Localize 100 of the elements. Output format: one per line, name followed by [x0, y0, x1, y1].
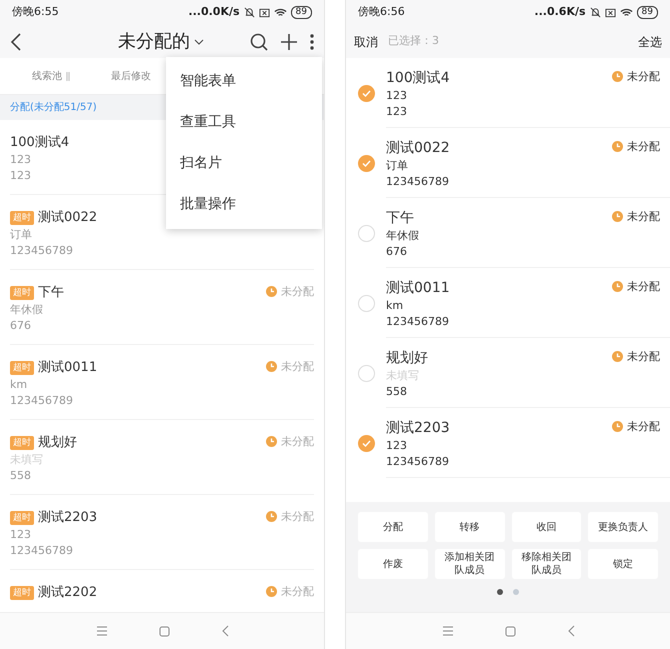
item-detail: km — [386, 298, 404, 314]
plus-icon[interactable] — [280, 32, 298, 50]
item-title: 测试2203 — [386, 419, 451, 438]
clock-icon — [612, 141, 623, 152]
item-detail: 123 — [386, 438, 407, 454]
menu-icon[interactable] — [96, 626, 108, 636]
clock-icon — [612, 351, 623, 362]
item-detail: 123456789 — [10, 243, 73, 259]
sim-icon — [258, 8, 270, 18]
clock-icon — [612, 211, 623, 222]
wifi-icon — [274, 8, 287, 18]
menu-icon[interactable] — [442, 626, 454, 636]
item-title: 测试0022 — [38, 209, 98, 227]
clock-icon — [266, 361, 277, 372]
select-all-button[interactable]: 全选 — [638, 32, 662, 50]
status-label: 未分配 — [281, 361, 314, 373]
action-button[interactable]: 收回 — [512, 512, 582, 542]
sort-icon — [65, 72, 71, 80]
action-button[interactable]: 作废 — [358, 549, 428, 579]
back-icon[interactable] — [10, 32, 22, 50]
status-label: 未分配 — [627, 141, 660, 153]
item-detail: 123 — [10, 527, 31, 543]
check-icon — [362, 440, 370, 446]
lead-row[interactable]: 测试0011 km 123456789 未分配 — [346, 268, 670, 338]
lead-row[interactable]: 100测试4 123 123 未分配 — [346, 58, 670, 128]
overdue-badge: 超时 — [10, 211, 34, 225]
item-title: 测试0011 — [386, 279, 451, 298]
item-title: 测试2202 — [38, 584, 98, 602]
check-icon — [362, 160, 370, 166]
home-square-icon[interactable] — [158, 626, 170, 636]
overdue-badge: 超时 — [10, 586, 34, 600]
item-detail: 558 — [386, 384, 407, 400]
lead-row[interactable]: 测试0022 订单 123456789 未分配 — [346, 128, 670, 198]
search-icon[interactable] — [250, 32, 268, 50]
check-icon — [362, 90, 370, 96]
item-title: 规划好 — [386, 349, 429, 368]
item-title: 下午 — [38, 284, 64, 302]
action-button[interactable]: 转移 — [434, 512, 504, 542]
status-label: 未分配 — [627, 351, 660, 363]
item-detail: 123456789 — [386, 314, 449, 330]
network-speed: ...0.0K/s — [188, 4, 240, 20]
selected-count: 已选择：3 — [388, 33, 439, 50]
bell-off-icon — [244, 7, 255, 18]
overdue-badge: 超时 — [10, 286, 34, 300]
clock-icon — [612, 71, 623, 82]
item-detail: 123 — [386, 104, 407, 120]
sort-option[interactable]: 最后修改 — [111, 68, 151, 84]
status-label: 未分配 — [627, 421, 660, 433]
clock-icon — [266, 511, 277, 522]
wifi-icon — [620, 8, 633, 18]
action-button[interactable]: 分配 — [358, 512, 428, 542]
item-detail: 年休假 — [10, 302, 43, 318]
action-button[interactable]: 添加相关团队成员 — [434, 549, 504, 579]
cancel-button[interactable]: 取消 — [354, 32, 378, 50]
clock-icon — [266, 286, 277, 297]
item-title: 测试0011 — [38, 359, 98, 377]
more-icon[interactable] — [310, 34, 314, 50]
status-label: 未分配 — [627, 71, 660, 83]
item-detail: 年休假 — [386, 228, 419, 244]
clock-icon — [266, 586, 277, 597]
status-label: 未分配 — [281, 286, 314, 298]
item-detail: 123456789 — [386, 454, 449, 470]
action-button[interactable]: 锁定 — [588, 549, 658, 579]
item-detail: 123456789 — [10, 393, 73, 409]
clock-icon — [612, 421, 623, 432]
chevron-down-icon — [194, 38, 204, 44]
lead-row[interactable]: 超时 测试2203 123 123456789 未分配 — [10, 495, 314, 570]
item-detail: 676 — [386, 244, 407, 260]
item-detail: 123456789 — [386, 174, 449, 190]
item-detail: 123 — [10, 168, 31, 184]
lead-row[interactable]: 超时 测试0011 km 123456789 未分配 — [10, 345, 314, 420]
clock-icon — [266, 436, 277, 447]
item-detail: km — [10, 377, 28, 393]
status-label: 未分配 — [281, 511, 314, 523]
item-detail: 123 — [386, 88, 407, 104]
item-detail: 123 — [10, 152, 31, 168]
item-title: 测试0022 — [386, 139, 451, 158]
status-label: 未分配 — [627, 211, 660, 223]
battery-level: 89 — [290, 6, 312, 19]
lead-row[interactable]: 超时 下午 年休假 676 未分配 — [10, 270, 314, 345]
status-label: 未分配 — [281, 436, 314, 448]
action-button[interactable]: 移除相关团队成员 — [512, 549, 582, 579]
home-square-icon[interactable] — [504, 626, 516, 636]
lead-row[interactable]: 测试2203 123 123456789 未分配 — [346, 408, 670, 478]
item-detail: 558 — [10, 468, 31, 484]
battery-level: 89 — [636, 6, 658, 19]
sim-icon — [604, 8, 616, 18]
item-detail: 订单 — [10, 227, 32, 243]
item-detail: 订单 — [386, 158, 408, 174]
network-speed: ...0.6K/s — [534, 4, 586, 20]
sort-option[interactable]: 线索池 — [32, 68, 71, 84]
item-title: 规划好 — [38, 434, 77, 452]
lead-row[interactable]: 下午 年休假 676 未分配 — [346, 198, 670, 268]
action-button[interactable]: 更换负责人 — [588, 512, 658, 542]
status-label: 未分配 — [281, 586, 314, 598]
item-title: 下午 — [386, 209, 415, 228]
item-detail: 676 — [10, 318, 31, 334]
overdue-badge: 超时 — [10, 436, 34, 450]
status-label: 未分配 — [627, 281, 660, 293]
overdue-badge: 超时 — [10, 511, 34, 525]
